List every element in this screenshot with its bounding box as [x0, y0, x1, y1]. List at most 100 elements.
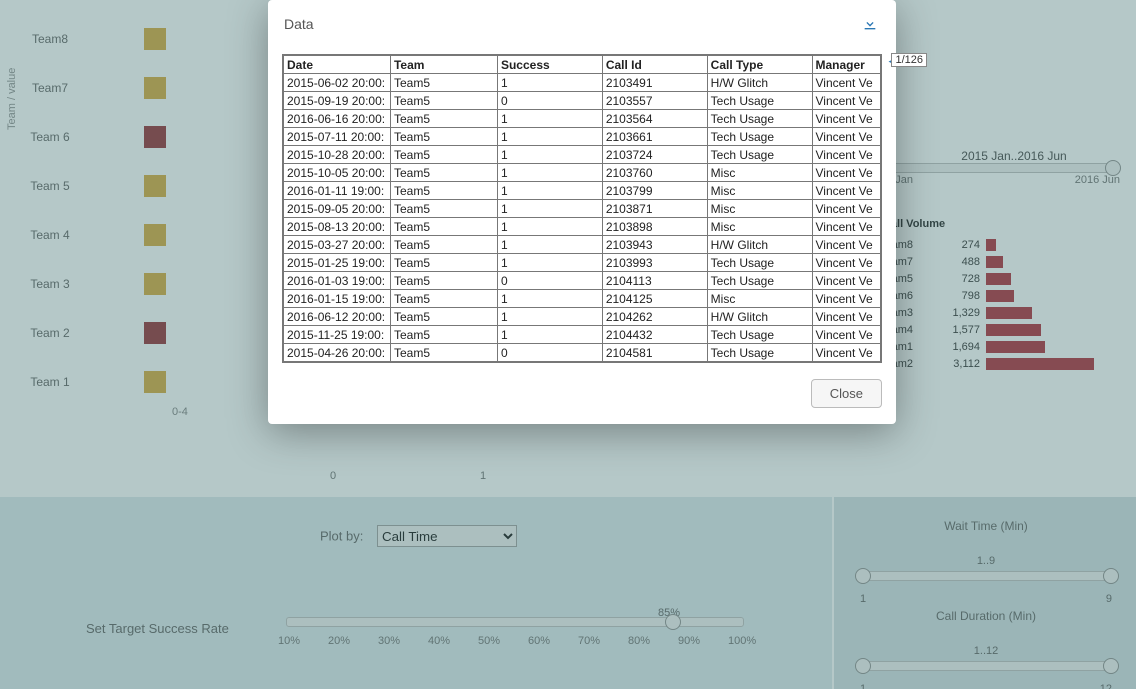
table-cell: 0	[497, 272, 602, 290]
table-cell: 2016-06-16 20:00:	[284, 110, 391, 128]
table-cell: Vincent Ve	[812, 236, 881, 254]
table-cell: Vincent Ve	[812, 92, 881, 110]
table-cell: Vincent Ve	[812, 200, 881, 218]
table-cell: 2015-10-05 20:00:	[284, 164, 391, 182]
table-row[interactable]: 2016-06-12 20:00:Team512104262H/W Glitch…	[284, 308, 881, 326]
table-cell: H/W Glitch	[707, 236, 812, 254]
table-cell: Vincent Ve	[812, 272, 881, 290]
table-row[interactable]: 2015-01-25 19:00:Team512103993Tech Usage…	[284, 254, 881, 272]
data-table: ◂ 1/126 DateTeamSuccessCall IdCall TypeM…	[282, 54, 882, 363]
table-cell: Vincent Ve	[812, 308, 881, 326]
table-row[interactable]: 2016-01-15 19:00:Team512104125MiscVincen…	[284, 290, 881, 308]
close-button[interactable]: Close	[811, 379, 882, 408]
table-cell: H/W Glitch	[707, 308, 812, 326]
table-cell: 2016-01-03 19:00:	[284, 272, 391, 290]
table-cell: Vincent Ve	[812, 110, 881, 128]
table-cell: Tech Usage	[707, 272, 812, 290]
table-cell: Vincent Ve	[812, 182, 881, 200]
table-cell: Tech Usage	[707, 326, 812, 344]
table-cell: H/W Glitch	[707, 74, 812, 92]
table-row[interactable]: 2015-08-13 20:00:Team512103898MiscVincen…	[284, 218, 881, 236]
pager-indicator: 1/126	[891, 53, 927, 67]
table-cell: Team5	[390, 164, 497, 182]
column-header[interactable]: Call Id	[602, 56, 707, 74]
table-cell: 2103943	[602, 236, 707, 254]
table-row[interactable]: 2015-10-28 20:00:Team512103724Tech Usage…	[284, 146, 881, 164]
table-cell: Team5	[390, 128, 497, 146]
table-cell: 2015-03-27 20:00:	[284, 236, 391, 254]
table-cell: Tech Usage	[707, 128, 812, 146]
table-cell: Tech Usage	[707, 92, 812, 110]
table-cell: Misc	[707, 182, 812, 200]
table-cell: 2015-09-19 20:00:	[284, 92, 391, 110]
table-cell: Vincent Ve	[812, 146, 881, 164]
table-cell: 2016-01-15 19:00:	[284, 290, 391, 308]
table-row[interactable]: 2016-01-11 19:00:Team512103799MiscVincen…	[284, 182, 881, 200]
table-cell: 1	[497, 146, 602, 164]
table-cell: 2015-08-13 20:00:	[284, 218, 391, 236]
column-header[interactable]: Call Type	[707, 56, 812, 74]
table-cell: 1	[497, 110, 602, 128]
table-cell: Vincent Ve	[812, 164, 881, 182]
table-cell: 1	[497, 164, 602, 182]
download-icon[interactable]	[862, 16, 878, 35]
table-cell: 1	[497, 200, 602, 218]
table-cell: 0	[497, 92, 602, 110]
table-cell: Vincent Ve	[812, 218, 881, 236]
table-cell: 2104432	[602, 326, 707, 344]
column-header[interactable]: Success	[497, 56, 602, 74]
table-cell: 2103661	[602, 128, 707, 146]
table-cell: 2104581	[602, 344, 707, 362]
table-row[interactable]: 2015-09-19 20:00:Team502103557Tech Usage…	[284, 92, 881, 110]
table-row[interactable]: 2015-07-11 20:00:Team512103661Tech Usage…	[284, 128, 881, 146]
table-cell: 1	[497, 218, 602, 236]
table-row[interactable]: 2016-01-03 19:00:Team502104113Tech Usage…	[284, 272, 881, 290]
table-cell: 2104125	[602, 290, 707, 308]
table-cell: 1	[497, 74, 602, 92]
table-cell: Team5	[390, 200, 497, 218]
table-row[interactable]: 2015-11-25 19:00:Team512104432Tech Usage…	[284, 326, 881, 344]
table-row[interactable]: 2015-06-02 20:00:Team512103491H/W Glitch…	[284, 74, 881, 92]
table-row[interactable]: 2015-09-05 20:00:Team512103871MiscVincen…	[284, 200, 881, 218]
table-cell: Tech Usage	[707, 254, 812, 272]
table-cell: 2015-01-25 19:00:	[284, 254, 391, 272]
table-cell: Vincent Ve	[812, 326, 881, 344]
table-cell: Misc	[707, 164, 812, 182]
table-cell: 2103491	[602, 74, 707, 92]
table-row[interactable]: 2015-10-05 20:00:Team512103760MiscVincen…	[284, 164, 881, 182]
table-cell: Tech Usage	[707, 344, 812, 362]
table-cell: Misc	[707, 200, 812, 218]
table-row[interactable]: 2015-03-27 20:00:Team512103943H/W Glitch…	[284, 236, 881, 254]
table-cell: 2103871	[602, 200, 707, 218]
table-cell: Tech Usage	[707, 146, 812, 164]
table-cell: Team5	[390, 218, 497, 236]
table-cell: Team5	[390, 344, 497, 362]
table-cell: 2015-07-11 20:00:	[284, 128, 391, 146]
table-cell: 2104113	[602, 272, 707, 290]
table-cell: 1	[497, 308, 602, 326]
table-cell: Vincent Ve	[812, 254, 881, 272]
column-header[interactable]: Team	[390, 56, 497, 74]
table-cell: 2016-01-11 19:00:	[284, 182, 391, 200]
table-cell: Team5	[390, 182, 497, 200]
table-row[interactable]: 2016-06-16 20:00:Team512103564Tech Usage…	[284, 110, 881, 128]
table-cell: 1	[497, 326, 602, 344]
table-cell: 2015-10-28 20:00:	[284, 146, 391, 164]
table-cell: 2103724	[602, 146, 707, 164]
table-cell: Team5	[390, 326, 497, 344]
table-cell: Team5	[390, 146, 497, 164]
table-cell: Team5	[390, 290, 497, 308]
table-cell: Team5	[390, 110, 497, 128]
dialog-title: Data	[284, 16, 882, 32]
table-cell: 2103557	[602, 92, 707, 110]
column-header[interactable]: Date	[284, 56, 391, 74]
table-cell: Tech Usage	[707, 110, 812, 128]
table-cell: 2104262	[602, 308, 707, 326]
column-header[interactable]: Manager	[812, 56, 881, 74]
table-cell: 1	[497, 254, 602, 272]
data-dialog: Data ◂ 1/126 DateTeamSuccessCall IdCall …	[268, 0, 896, 424]
table-row[interactable]: 2015-04-26 20:00:Team502104581Tech Usage…	[284, 344, 881, 362]
table-cell: Team5	[390, 272, 497, 290]
table-cell: Misc	[707, 290, 812, 308]
table-cell: 1	[497, 236, 602, 254]
